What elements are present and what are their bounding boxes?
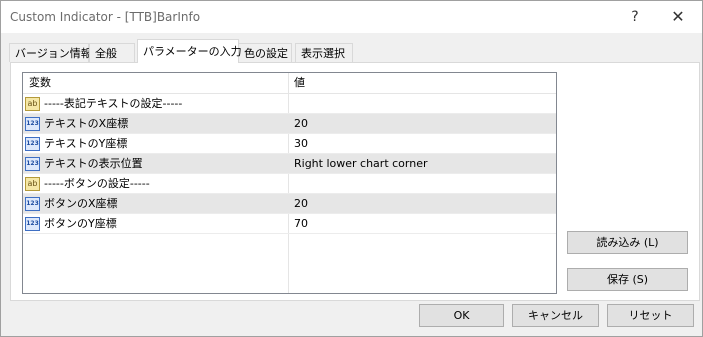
row-variable-name: ボタンのX座標	[44, 197, 118, 210]
table-row[interactable]: 123 ボタンのY座標 70	[23, 214, 556, 234]
number-type-icon: 123	[25, 197, 40, 211]
close-icon[interactable]: ✕	[658, 1, 698, 33]
number-type-icon: 123	[25, 117, 40, 131]
tab-parameters[interactable]: パラメーターの入力	[137, 39, 242, 63]
row-value[interactable]: 70	[294, 214, 308, 234]
string-type-icon: ab	[25, 177, 40, 191]
table-row[interactable]: ab -----表記テキストの設定-----	[23, 94, 556, 114]
custom-indicator-dialog: Custom Indicator - [TTB]BarInfo ? ✕ バージョ…	[0, 0, 703, 337]
table-row[interactable]: 123 テキストのX座標 20	[23, 114, 556, 134]
row-value[interactable]: Right lower chart corner	[294, 154, 428, 174]
ok-button[interactable]: OK	[419, 304, 504, 327]
table-row[interactable]: 123 ボタンのX座標 20	[23, 194, 556, 214]
tab-visualization[interactable]: 表示選択	[295, 43, 353, 62]
table-header: 変数 値	[23, 73, 556, 94]
table-row[interactable]: ab -----ボタンの設定-----	[23, 174, 556, 194]
parameters-panel: 変数 値 ab -----表記テキストの設定----- 123 テキストのX座標…	[10, 62, 700, 301]
number-type-icon: 123	[25, 137, 40, 151]
save-button[interactable]: 保存 (S)	[567, 268, 688, 291]
row-value[interactable]: 20	[294, 114, 308, 134]
tab-bar: バージョン情報 全般 パラメーターの入力 色の設定 表示選択	[9, 39, 699, 63]
column-header-value[interactable]: 値	[294, 73, 305, 93]
table-row[interactable]: 123 テキストのY座標 30	[23, 134, 556, 154]
row-variable-name: -----ボタンの設定-----	[44, 177, 150, 190]
row-variable-name: テキストのY座標	[44, 137, 128, 150]
tab-colors[interactable]: 色の設定	[238, 43, 292, 62]
row-variable-name: テキストの表示位置	[44, 157, 143, 170]
row-value[interactable]: 30	[294, 134, 308, 154]
tab-general[interactable]: 全般	[89, 43, 135, 62]
parameters-table[interactable]: 変数 値 ab -----表記テキストの設定----- 123 テキストのX座標…	[22, 72, 557, 294]
window-title: Custom Indicator - [TTB]BarInfo	[10, 10, 201, 24]
column-header-variable[interactable]: 変数	[29, 73, 51, 93]
title-bar: Custom Indicator - [TTB]BarInfo ? ✕	[1, 1, 702, 33]
row-variable-name: テキストのX座標	[44, 117, 129, 130]
tab-version-info[interactable]: バージョン情報	[9, 43, 92, 62]
number-type-icon: 123	[25, 217, 40, 231]
load-button[interactable]: 読み込み (L)	[567, 231, 688, 254]
cancel-button[interactable]: キャンセル	[512, 304, 599, 327]
string-type-icon: ab	[25, 97, 40, 111]
row-value[interactable]: 20	[294, 194, 308, 214]
number-type-icon: 123	[25, 157, 40, 171]
row-variable-name: -----表記テキストの設定-----	[44, 97, 183, 110]
help-icon[interactable]: ?	[615, 1, 655, 33]
reset-button[interactable]: リセット	[607, 304, 694, 327]
table-row[interactable]: 123 テキストの表示位置 Right lower chart corner	[23, 154, 556, 174]
row-variable-name: ボタンのY座標	[44, 217, 117, 230]
